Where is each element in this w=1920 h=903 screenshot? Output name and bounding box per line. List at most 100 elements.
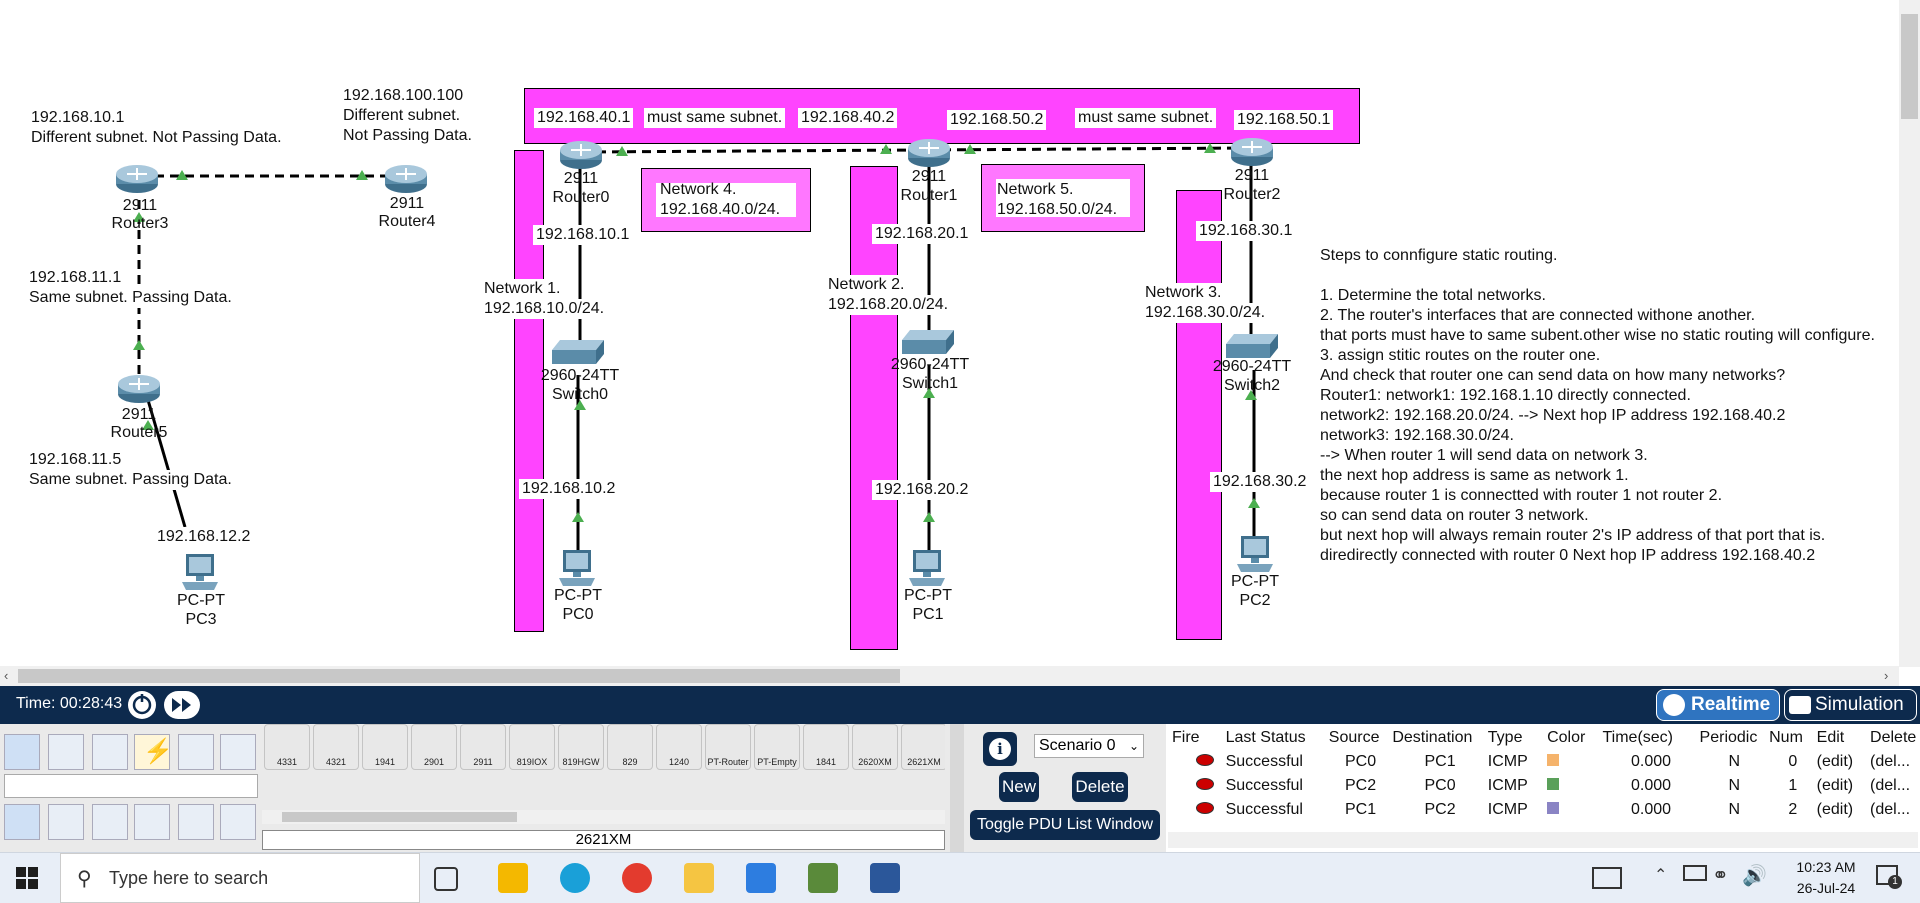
taskbar-time[interactable]: 10:23 AM [1786,859,1866,875]
device-model-tile[interactable]: PT-Empty [754,724,800,770]
pdu-edit-link[interactable]: (edit) [1817,774,1870,798]
scroll-right-icon[interactable]: › [1884,668,1888,683]
device-model-tile[interactable]: 1841 [803,724,849,770]
new-scenario-button[interactable]: New [999,772,1039,802]
pdu-delete-link[interactable]: (del... [1870,750,1920,774]
realtime-mode-button[interactable]: Realtime [1656,689,1780,721]
scenario-select[interactable]: Scenario 0 ⌄ [1034,734,1144,758]
photos-icon[interactable] [746,863,776,893]
subcategory-hubs[interactable] [92,804,128,840]
chrome-icon[interactable] [622,863,652,893]
pdu-edit-link[interactable]: (edit) [1817,750,1870,774]
delete-scenario-button[interactable]: Delete [1072,772,1128,802]
subcategory-switches[interactable] [48,804,84,840]
steps-note[interactable]: Steps to connfigure static routing. 1. D… [1316,246,1894,568]
steps-line: because router 1 is connectted with rout… [1320,487,1723,504]
device-model-tile[interactable]: 819IOX [509,724,555,770]
device-model-tile[interactable]: 1941 [362,724,408,770]
panel-splitter[interactable] [950,724,964,852]
edge-icon[interactable] [560,863,590,893]
pdu-row[interactable]: Successful PC0 PC1 ICMP 0.000 N 0 (edit)… [1172,750,1920,774]
microsoft-store-icon[interactable] [498,863,528,893]
subcategory-wireless[interactable] [134,804,170,840]
router-icon [385,165,427,193]
category-network-devices[interactable] [4,734,40,770]
device-model-tile[interactable]: 4321 [313,724,359,770]
device-model-tile[interactable]: 819HGW [558,724,604,770]
router5-bottom-note-label: Same subnet. Passing Data. [26,470,235,490]
taskbar-search-box[interactable]: ⚲ Type here to search [60,853,420,903]
pc0-model: PC-PT [554,587,602,604]
lightning-icon: ⚡ [143,738,173,765]
router3[interactable] [115,162,165,199]
category-connections[interactable]: ⚡ [134,734,173,770]
notification-icon[interactable]: 1 [1876,865,1902,889]
pdu-delete-link[interactable]: (del... [1870,798,1920,822]
category-multiuser[interactable] [220,734,256,770]
pdu-header-last-status: Last Status [1225,729,1306,746]
subcategory-security[interactable] [178,804,214,840]
router-icon [118,375,160,403]
fast-forward-button[interactable] [164,691,200,719]
toggle-pdu-list-button[interactable]: Toggle PDU List Window [970,810,1160,840]
power-cycle-button[interactable] [128,691,156,719]
scroll-left-icon[interactable]: ‹ [4,668,8,683]
device-list-scrollbar[interactable] [262,810,945,824]
router-icon [908,139,950,167]
word-icon[interactable] [870,863,900,893]
subcategory-routers[interactable] [4,804,40,840]
taskbar-date[interactable]: 26-Jul-24 [1786,880,1866,896]
vertical-scroll-thumb[interactable] [1901,14,1918,119]
pdu-horizontal-scrollbar[interactable] [1168,832,1918,848]
pdu-edit-link[interactable]: (edit) [1817,798,1870,822]
subcategory-wan-emulation[interactable] [220,804,256,840]
router2-top-ip-label: 192.168.50.1 [1234,110,1334,130]
device-model-tile[interactable]: 1240 [656,724,702,770]
pdu-row[interactable]: Successful PC2 PC0 ICMP 0.000 N 1 (edit)… [1172,774,1920,798]
category-components[interactable] [92,734,128,770]
pdu-color-swatch [1547,750,1602,774]
horizontal-scroll-thumb[interactable] [18,669,900,683]
news-widget-icon[interactable] [1592,867,1622,889]
device-model-tile[interactable]: 2901 [411,724,457,770]
info-button[interactable]: i [983,732,1017,766]
chevron-up-icon[interactable]: ⌃ [1654,865,1667,885]
windows-start-button[interactable] [16,867,38,889]
device-model-tile[interactable]: 2620XM [852,724,898,770]
pdu-header-delete: Delete [1870,729,1917,746]
fire-icon[interactable] [1172,774,1226,798]
pc3-model: PC-PT [177,592,225,609]
file-explorer-icon[interactable] [684,863,714,893]
pc2-name: PC2 [1239,592,1271,609]
device-model-tile[interactable]: 829 [607,724,653,770]
router5[interactable] [117,372,161,409]
router5-top-note-label: Same subnet. Passing Data. [26,288,235,308]
info-icon: i [989,738,1011,760]
link-arrow [1204,143,1216,153]
fire-icon[interactable] [1172,750,1226,774]
device-model-tile[interactable]: 4331 [264,724,310,770]
battery-icon[interactable] [1683,865,1707,881]
globe-icon[interactable]: ⚭ [1712,863,1729,888]
packet-tracer-icon[interactable] [808,863,838,893]
device-model-tile[interactable]: 2621XM [901,724,945,770]
fire-icon[interactable] [1172,798,1226,822]
category-miscellaneous[interactable] [178,734,214,770]
category-end-devices[interactable] [48,734,84,770]
device-list-scroll-thumb[interactable] [282,812,517,822]
link-arrow [1248,498,1260,508]
device-model-tile[interactable]: 2911 [460,724,506,770]
device-model-tile[interactable]: PT-Router [705,724,751,770]
pdu-row[interactable]: Successful PC1 PC2 ICMP 0.000 N 2 (edit)… [1172,798,1920,822]
simulation-mode-button[interactable]: Simulation [1784,689,1917,721]
pdu-header-num: Num [1769,729,1803,746]
logical-workspace[interactable]: 192.168.10.1 Different subnet. Not Passi… [0,0,1899,667]
link-arrow [923,512,935,522]
network3-bar[interactable] [1176,190,1222,640]
pdu-delete-link[interactable]: (del... [1870,774,1920,798]
pdu-num: 0 [1788,753,1798,770]
task-view-icon[interactable] [434,867,458,891]
speaker-icon[interactable]: 🔊 [1742,863,1767,888]
router0-name: Router0 [552,189,610,206]
windows-logo-icon [16,867,38,889]
